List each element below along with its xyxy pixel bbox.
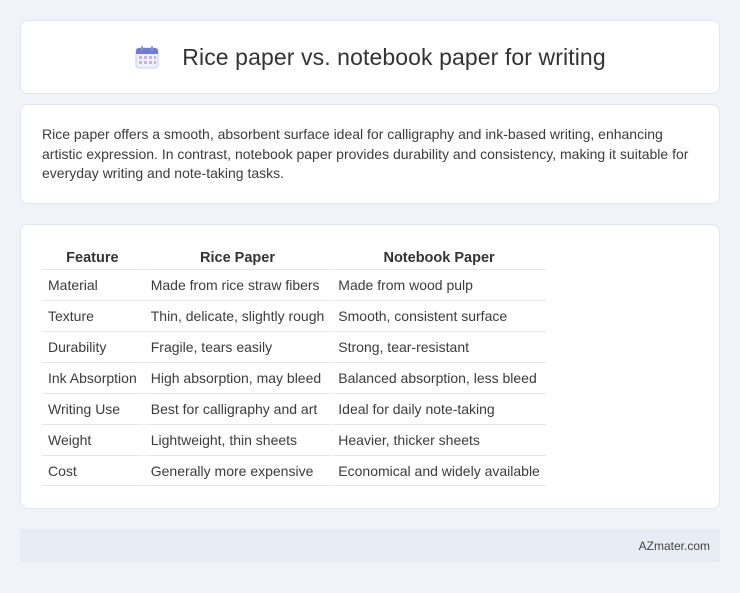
table-cell: Heavier, thicker sheets [332, 424, 546, 455]
table-cell: Ideal for daily note-taking [332, 393, 546, 424]
table-cell: Smooth, consistent surface [332, 300, 546, 331]
table-row: Material Made from rice straw fibers Mad… [42, 269, 546, 300]
header-feature: Feature [66, 250, 119, 266]
header-notebook-paper: Notebook Paper [383, 250, 495, 266]
table-cell: Material [42, 269, 143, 300]
table-cell: Best for calligraphy and art [144, 393, 331, 424]
table-row: Durability Fragile, tears easily Strong,… [42, 331, 546, 362]
comparison-table: Feature Rice Paper Notebook Paper Materi… [40, 245, 548, 486]
table-cell: Lightweight, thin sheets [144, 424, 331, 455]
table-cell: Made from wood pulp [332, 269, 546, 300]
table-cell: Weight [42, 424, 143, 455]
table-cell: Thin, delicate, slightly rough [144, 300, 331, 331]
table-row: Weight Lightweight, thin sheets Heavier,… [42, 424, 546, 455]
table-cell: Durability [42, 331, 143, 362]
title-wrap: Rice paper vs. notebook paper for writin… [134, 43, 606, 71]
table-cell: Writing Use [42, 393, 143, 424]
table-row: Ink Absorption High absorption, may blee… [42, 362, 546, 393]
title-card: Rice paper vs. notebook paper for writin… [20, 20, 720, 94]
table-header-row: Feature Rice Paper Notebook Paper [42, 245, 546, 269]
header-rice-paper: Rice Paper [200, 250, 275, 266]
calendar-icon [135, 46, 159, 69]
table-row: Texture Thin, delicate, slightly rough S… [42, 300, 546, 331]
footer-site-link[interactable]: AZmater.com [639, 539, 710, 553]
table-cell: Fragile, tears easily [144, 331, 331, 362]
table-row: Cost Generally more expensive Economical… [42, 455, 546, 486]
table-card: Feature Rice Paper Notebook Paper Materi… [20, 224, 720, 509]
summary-card: Rice paper offers a smooth, absorbent su… [20, 104, 720, 204]
table-cell: Balanced absorption, less bleed [332, 362, 546, 393]
table-cell: Generally more expensive [144, 455, 331, 486]
table-cell: Made from rice straw fibers [144, 269, 331, 300]
table-cell: Texture [42, 300, 143, 331]
table-cell: High absorption, may bleed [144, 362, 331, 393]
table-cell: Economical and widely available [332, 455, 546, 486]
page-title: Rice paper vs. notebook paper for writin… [182, 43, 606, 70]
footer: AZmater.com [20, 529, 720, 562]
table-row: Writing Use Best for calligraphy and art… [42, 393, 546, 424]
table-cell: Cost [42, 455, 143, 486]
table-cell: Strong, tear-resistant [332, 331, 546, 362]
table-cell: Ink Absorption [42, 362, 143, 393]
summary-text: Rice paper offers a smooth, absorbent su… [42, 126, 689, 181]
